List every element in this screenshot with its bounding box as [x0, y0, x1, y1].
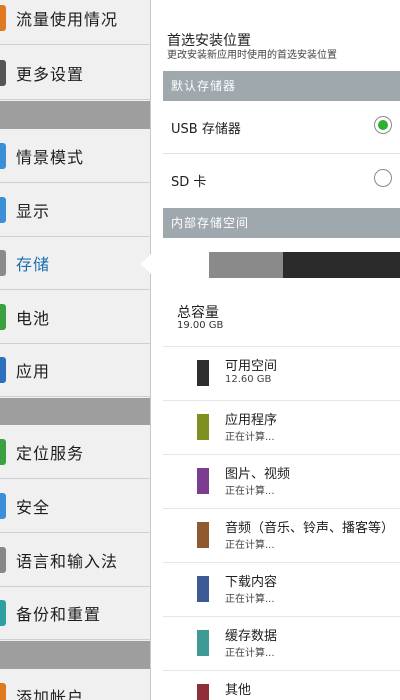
location-icon — [0, 439, 6, 465]
category-value: 正在计算... — [225, 540, 275, 551]
battery-icon — [0, 304, 6, 330]
sidebar-group-header — [0, 101, 150, 129]
storage-usage-bar — [209, 252, 400, 278]
install-location-pref[interactable]: 首选安装位置 更改安装新应用时使用的首选安装位置 — [151, 0, 400, 70]
storage-detail-pane: 首选安装位置 更改安装新应用时使用的首选安装位置 默认存储器 USB 存储器 S… — [151, 0, 400, 700]
category-color-swatch — [197, 360, 209, 386]
storage-category-apps[interactable]: 应用程序正在计算... — [163, 400, 400, 454]
profiles-icon — [0, 143, 6, 169]
sidebar-item-data-usage[interactable]: 流量使用情况 — [0, 0, 150, 45]
category-name: 其他 — [225, 683, 252, 698]
display-icon — [0, 197, 6, 223]
sidebar-item-label: 添加帐户 — [16, 688, 85, 700]
sidebar-item-apps[interactable]: 应用 — [0, 344, 150, 397]
selection-arrow-icon — [141, 254, 151, 274]
sidebar-item-backup-reset[interactable]: 备份和重置 — [0, 587, 150, 640]
settings-sidebar: 流量使用情况 更多设置 情景模式 显示 存储 电池 应用 定位服务 安全 语言和… — [0, 0, 151, 700]
storage-option-usb[interactable]: USB 存储器 — [163, 101, 400, 154]
internal-storage-header: 内部存储空间 — [163, 208, 400, 238]
sidebar-item-label: 显示 — [16, 202, 51, 221]
storage-category-cached-data[interactable]: 缓存数据正在计算... — [163, 616, 400, 670]
category-name: 音频（音乐、铃声、播客等） — [225, 521, 395, 536]
sidebar-item-profiles[interactable]: 情景模式 — [0, 130, 150, 183]
category-color-swatch — [197, 522, 209, 548]
install-location-subtitle: 更改安装新应用时使用的首选安装位置 — [167, 50, 337, 61]
storage-icon — [0, 250, 6, 276]
sidebar-item-more-settings[interactable]: 更多设置 — [0, 47, 150, 100]
category-color-swatch — [197, 468, 209, 494]
security-icon — [0, 493, 6, 519]
sd-card-label: SD 卡 — [171, 175, 207, 190]
language-icon — [0, 547, 6, 573]
sd-card-radio[interactable] — [374, 169, 392, 187]
apps-icon — [0, 357, 6, 383]
storage-category-pictures-videos[interactable]: 图片、视频正在计算... — [163, 454, 400, 508]
category-value: 正在计算... — [225, 486, 275, 497]
sidebar-group-header — [0, 398, 150, 425]
sidebar-item-language-input[interactable]: 语言和输入法 — [0, 534, 150, 587]
sidebar-item-security[interactable]: 安全 — [0, 480, 150, 533]
default-storage-header: 默认存储器 — [163, 71, 400, 101]
sidebar-item-label: 备份和重置 — [16, 605, 102, 624]
backup-icon — [0, 600, 6, 626]
sidebar-item-label: 定位服务 — [16, 444, 85, 463]
sidebar-item-label: 语言和输入法 — [16, 552, 119, 571]
sidebar-item-storage[interactable]: 存储 — [0, 237, 150, 290]
category-value: 正在计算... — [225, 594, 275, 605]
category-value: 正在计算... — [225, 648, 275, 659]
category-name: 可用空间 — [225, 359, 278, 374]
storage-option-sd[interactable]: SD 卡 — [163, 154, 400, 206]
storage-category-misc[interactable]: 其他正在计算... — [163, 670, 400, 700]
category-color-swatch — [197, 684, 209, 700]
category-color-swatch — [197, 630, 209, 656]
category-name: 图片、视频 — [225, 467, 291, 482]
data-usage-icon — [0, 5, 6, 31]
sidebar-item-label: 更多设置 — [16, 65, 85, 84]
add-account-icon — [0, 683, 6, 700]
total-capacity-title: 总容量 — [177, 305, 219, 321]
sidebar-item-battery[interactable]: 电池 — [0, 291, 150, 344]
sidebar-item-label: 安全 — [16, 498, 51, 517]
category-name: 缓存数据 — [225, 629, 278, 644]
sidebar-item-display[interactable]: 显示 — [0, 184, 150, 237]
category-value: 12.60 GB — [225, 374, 272, 385]
sidebar-group-header — [0, 641, 150, 669]
category-color-swatch — [197, 414, 209, 440]
storage-category-downloads[interactable]: 下载内容正在计算... — [163, 562, 400, 616]
category-name: 应用程序 — [225, 413, 278, 428]
sidebar-item-label: 流量使用情况 — [16, 10, 119, 29]
category-color-swatch — [197, 576, 209, 602]
storage-category-audio[interactable]: 音频（音乐、铃声、播客等） 正在计算... — [163, 508, 400, 562]
storage-category-free-space[interactable]: 可用空间 12.60 GB — [163, 346, 400, 400]
sidebar-item-label: 应用 — [16, 362, 51, 381]
sidebar-item-location[interactable]: 定位服务 — [0, 426, 150, 479]
sidebar-item-label: 存储 — [16, 255, 51, 274]
sidebar-item-label: 情景模式 — [16, 148, 85, 167]
usb-storage-label: USB 存储器 — [171, 122, 241, 137]
total-capacity-value: 19.00 GB — [177, 320, 224, 331]
sidebar-item-label: 电池 — [16, 309, 51, 328]
usb-storage-radio[interactable] — [374, 116, 392, 134]
storage-usage-fill — [209, 252, 283, 278]
category-value: 正在计算... — [225, 432, 275, 443]
more-settings-icon — [0, 60, 6, 86]
sidebar-item-add-account[interactable]: 添加帐户 — [0, 670, 150, 700]
category-name: 下载内容 — [225, 575, 278, 590]
